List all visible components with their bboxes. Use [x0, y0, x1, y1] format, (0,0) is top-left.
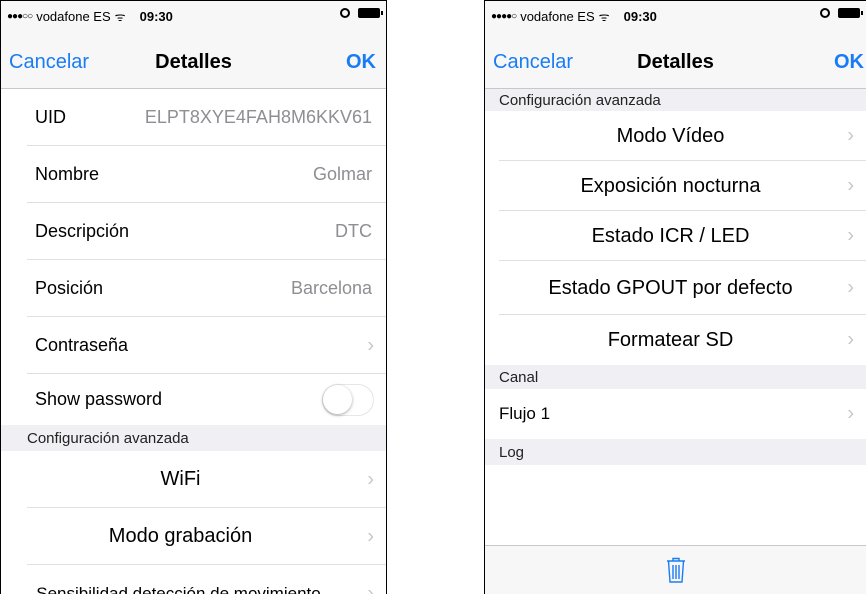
ok-button[interactable]: OK — [834, 51, 864, 74]
section-header-canal: Canal — [485, 365, 866, 389]
contrasena-label: Contraseña — [35, 335, 129, 355]
posicion-row[interactable]: Posición Barcelona — [1, 260, 386, 317]
chevron-right-icon: › — [367, 468, 374, 490]
show-password-toggle[interactable] — [322, 384, 374, 416]
advanced-list: Configuración avanzada Modo Vídeo › Expo… — [485, 89, 866, 594]
battery-icon — [838, 8, 863, 18]
estado-icr-row[interactable]: Estado ICR / LED › — [485, 211, 866, 261]
contrasena-row[interactable]: Contraseña › — [1, 317, 386, 374]
flujo-label: Flujo 1 — [499, 404, 551, 423]
chevron-right-icon: › — [367, 334, 374, 356]
nombre-label: Nombre — [35, 164, 100, 184]
carrier-name: vodafone ES — [520, 9, 595, 24]
chevron-right-icon: › — [367, 582, 374, 594]
left-screen: ●●●○○ vodafone ES ᯤ 09:30 Cancelar Detal… — [0, 0, 387, 594]
modo-video-row[interactable]: Modo Vídeo › — [485, 111, 866, 161]
estado-gpout-row[interactable]: Estado GPOUT por defecto › — [485, 261, 866, 315]
section-header-advanced: Configuración avanzada — [1, 425, 386, 451]
modo-grabacion-row[interactable]: Modo grabación › — [1, 508, 386, 565]
flujo-row[interactable]: Flujo 1 › — [485, 389, 866, 439]
section-header-log: Log — [485, 439, 866, 465]
nombre-value: Golmar — [312, 164, 372, 184]
signal-icon: ●●●●○ — [491, 11, 517, 22]
trash-icon[interactable] — [665, 556, 687, 584]
modo-video-label: Modo Vídeo — [616, 124, 725, 147]
wifi-signal-icon: ᯤ — [114, 10, 126, 24]
posicion-value: Barcelona — [290, 278, 372, 298]
posicion-label: Posición — [35, 278, 104, 298]
navigation-bar: Cancelar Detalles OK — [1, 29, 386, 89]
sensibilidad-label: Sensibilidad detección de movimiento — [36, 583, 321, 594]
status-bar: ●●●●○ vodafone ES ᯤ 09:30 — [485, 1, 866, 29]
cancel-button[interactable]: Cancelar — [493, 51, 573, 74]
uid-label: UID — [35, 107, 66, 127]
uid-row[interactable]: UID ELPT8XYE4FAH8M6KKV61 — [1, 89, 386, 146]
descripcion-row[interactable]: Descripción DTC — [1, 203, 386, 260]
modo-grabacion-label: Modo grabación — [108, 525, 253, 547]
battery-icon — [358, 8, 383, 18]
chevron-right-icon: › — [847, 124, 854, 147]
alarm-icon — [820, 8, 830, 18]
chevron-right-icon: › — [847, 224, 854, 247]
descripcion-label: Descripción — [35, 221, 130, 241]
wifi-label: WiFi — [160, 468, 201, 490]
carrier-name: vodafone ES — [36, 9, 111, 24]
section-header-advanced: Configuración avanzada — [485, 89, 866, 111]
right-screen: ●●●●○ vodafone ES ᯤ 09:30 Cancelar Detal… — [484, 0, 866, 594]
status-bar: ●●●○○ vodafone ES ᯤ 09:30 — [1, 1, 386, 29]
nombre-row[interactable]: Nombre Golmar — [1, 146, 386, 203]
exposicion-label: Exposición nocturna — [580, 174, 761, 197]
status-time: 09:30 — [139, 9, 173, 24]
navigation-bar: Cancelar Detalles OK — [485, 29, 866, 89]
show-password-row: Show password — [1, 374, 386, 425]
status-time: 09:30 — [623, 9, 657, 24]
chevron-right-icon: › — [367, 525, 374, 547]
alarm-icon — [340, 8, 350, 18]
chevron-right-icon: › — [847, 328, 854, 351]
details-list: UID ELPT8XYE4FAH8M6KKV61 Nombre Golmar D… — [1, 89, 386, 594]
bottom-toolbar — [485, 545, 866, 594]
toggle-knob — [323, 385, 352, 414]
descripcion-value: DTC — [335, 221, 372, 241]
estado-icr-label: Estado ICR / LED — [591, 224, 750, 247]
cancel-button[interactable]: Cancelar — [9, 51, 89, 74]
sensibilidad-row[interactable]: Sensibilidad detección de movimiento › — [1, 565, 386, 594]
signal-icon: ●●●○○ — [7, 11, 33, 22]
chevron-right-icon: › — [847, 174, 854, 197]
chevron-right-icon: › — [847, 402, 854, 425]
formatear-label: Formatear SD — [607, 328, 734, 351]
chevron-right-icon: › — [847, 276, 854, 299]
exposicion-row[interactable]: Exposición nocturna › — [485, 161, 866, 211]
ok-button[interactable]: OK — [346, 51, 376, 74]
wifi-signal-icon: ᯤ — [598, 10, 610, 24]
estado-gpout-label: Estado GPOUT por defecto — [548, 276, 793, 299]
show-password-label: Show password — [35, 389, 163, 409]
uid-value: ELPT8XYE4FAH8M6KKV61 — [144, 107, 372, 127]
formatear-row[interactable]: Formatear SD › — [485, 315, 866, 365]
log-area — [485, 465, 866, 541]
wifi-row[interactable]: WiFi › — [1, 451, 386, 508]
